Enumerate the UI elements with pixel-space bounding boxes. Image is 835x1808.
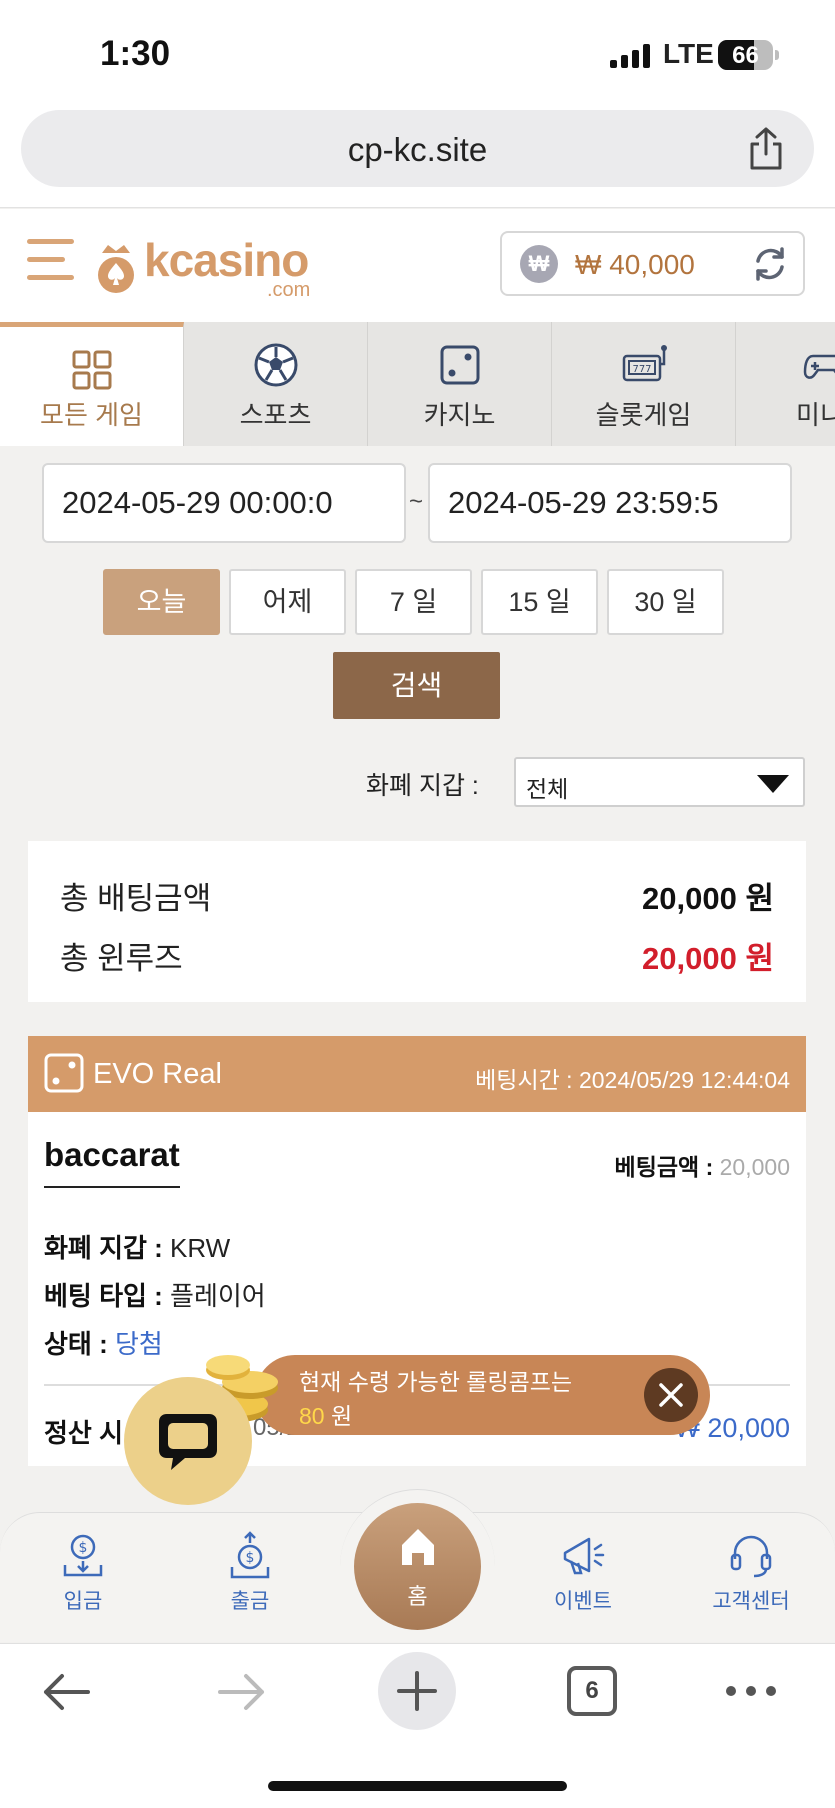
bet-status-row: 상태 : 당첨 (44, 1329, 163, 1359)
tab-label: 슬롯게임 (595, 400, 692, 430)
bet-provider: EVO Real (93, 1058, 222, 1090)
dice-icon (44, 1053, 84, 1093)
bet-game-title: baccarat (44, 1136, 180, 1188)
share-icon[interactable] (746, 126, 786, 172)
won-coin-icon: ₩ (520, 245, 558, 283)
start-date-input[interactable]: 2024-05-29 00:00:0 (42, 463, 406, 543)
tab-slot-games[interactable]: 777 슬롯게임 (552, 322, 736, 446)
period-buttons: 오늘 어제 7 일 15 일 30 일 (103, 569, 724, 635)
signal-icon (610, 44, 650, 68)
wallet-filter-label: 화폐 지갑 : (366, 772, 479, 800)
nav-label: 홈 (407, 1584, 428, 1609)
nav-label: 고객센터 (712, 1590, 790, 1613)
tab-label: 미니 (796, 400, 835, 430)
dice-icon (440, 345, 479, 385)
withdraw-icon: $ (230, 1531, 270, 1579)
end-date-input[interactable]: 2024-05-29 23:59:5 (428, 463, 792, 543)
refresh-icon[interactable] (751, 245, 789, 283)
nav-home-button[interactable]: 홈 (354, 1503, 481, 1630)
browser-url-area: cp-kc.site (0, 100, 835, 208)
more-icon[interactable] (726, 1686, 776, 1696)
home-icon (402, 1529, 434, 1565)
total-bet-label: 총 배팅금액 (60, 881, 212, 916)
settle-label: 정산 시 (44, 1418, 123, 1448)
tab-sports[interactable]: 스포츠 (184, 322, 368, 446)
megaphone-icon (563, 1537, 605, 1575)
nav-label: 이벤트 (554, 1590, 612, 1613)
close-toast-button[interactable] (644, 1368, 698, 1422)
rolling-comp-toast[interactable]: 현재 수령 가능한 롤링콤프는 80 원 입니다. (255, 1355, 710, 1463)
nav-deposit[interactable]: $ 입금 (18, 1531, 148, 1615)
headset-icon (730, 1535, 772, 1578)
wallet-select[interactable]: 전체 (514, 757, 805, 807)
period-7days-button[interactable]: 7 일 (355, 569, 472, 635)
slot-machine-icon: 777 (622, 345, 667, 382)
svg-text:$: $ (79, 1540, 88, 1556)
bet-card-header: EVO Real 베팅시간 : 2024/05/29 12:44:04 (28, 1036, 806, 1112)
site-header: kcasino .com ₩ ₩ 40,000 (0, 209, 835, 322)
tab-label: 카지노 (423, 400, 496, 430)
live-chat-button[interactable] (124, 1377, 252, 1505)
home-indicator (268, 1781, 567, 1791)
tab-all-games[interactable]: 모든 게임 (0, 322, 184, 446)
network-label: LTE (663, 38, 714, 69)
period-30days-button[interactable]: 30 일 (607, 569, 724, 635)
nav-event[interactable]: 이벤트 (518, 1531, 648, 1615)
url-text: cp-kc.site (347, 131, 488, 168)
period-today-button[interactable]: 오늘 (103, 569, 220, 635)
search-button[interactable]: 검색 (333, 652, 500, 719)
chevron-down-icon (757, 775, 789, 793)
bet-time: 베팅시간 : 2024/05/29 12:44:04 (475, 1067, 790, 1093)
new-tab-button[interactable] (378, 1652, 456, 1730)
soccer-ball-icon (254, 343, 297, 387)
status-bar: 1:30 LTE 66 (0, 0, 835, 100)
grid-icon (72, 350, 111, 390)
logo-domain: .com (267, 279, 311, 301)
svg-text:777: 777 (632, 364, 651, 375)
nav-label: 출금 (230, 1590, 270, 1613)
tab-label: 모든 게임 (40, 400, 143, 430)
menu-icon[interactable] (27, 239, 74, 287)
battery-icon: 66 (718, 40, 773, 70)
balance-value: ₩ 40,000 (575, 249, 695, 280)
site-logo[interactable]: kcasino .com (92, 231, 332, 303)
bet-amount: 베팅금액 : 20,000 (614, 1154, 790, 1180)
category-tabs: 모든 게임 스포츠 카지노 777 슬롯게임 미니 (0, 322, 835, 446)
forward-icon[interactable] (216, 1670, 268, 1714)
browser-toolbar: 6 (0, 1643, 835, 1808)
tab-label: 스포츠 (239, 400, 312, 430)
tab-casino[interactable]: 카지노 (368, 322, 552, 446)
period-yesterday-button[interactable]: 어제 (229, 569, 346, 635)
toast-message: 현재 수령 가능한 롤링콤프는 80 원 입니다. (299, 1369, 573, 1463)
back-icon[interactable] (40, 1670, 92, 1714)
tab-mini[interactable]: 미니 (736, 322, 835, 446)
nav-withdraw[interactable]: $ 출금 (185, 1531, 315, 1615)
close-icon (659, 1383, 683, 1407)
date-separator: ~ (409, 488, 424, 515)
total-winloss-label: 총 윈루즈 (60, 941, 183, 976)
period-15days-button[interactable]: 15 일 (481, 569, 598, 635)
total-winloss-value: 20,000 원 (642, 941, 774, 976)
status-time: 1:30 (100, 34, 171, 73)
wallet-select-value: 전체 (526, 776, 569, 802)
summary-panel: 총 배팅금액 20,000 원 총 윈루즈 20,000 원 (28, 841, 806, 1002)
deposit-icon: $ (63, 1534, 103, 1577)
battery-percent: 66 (732, 42, 759, 69)
battery-tip (775, 50, 779, 60)
svg-text:$: $ (246, 1550, 255, 1566)
tab-switcher-button[interactable]: 6 (567, 1666, 617, 1716)
total-bet-value: 20,000 원 (642, 881, 774, 916)
url-bar[interactable]: cp-kc.site (21, 110, 814, 187)
nav-support[interactable]: 고객센터 (686, 1531, 816, 1615)
gamepad-icon (803, 354, 835, 379)
nav-label: 입금 (63, 1590, 103, 1613)
spade-logo-icon (98, 245, 134, 293)
plus-icon (397, 1671, 437, 1711)
bet-type-row: 베팅 타입 : 플레이어 (44, 1281, 266, 1311)
bet-wallet-row: 화폐 지갑 : KRW (44, 1233, 231, 1263)
chat-bubble-icon (159, 1414, 217, 1470)
balance-box: ₩ ₩ 40,000 (500, 231, 805, 296)
